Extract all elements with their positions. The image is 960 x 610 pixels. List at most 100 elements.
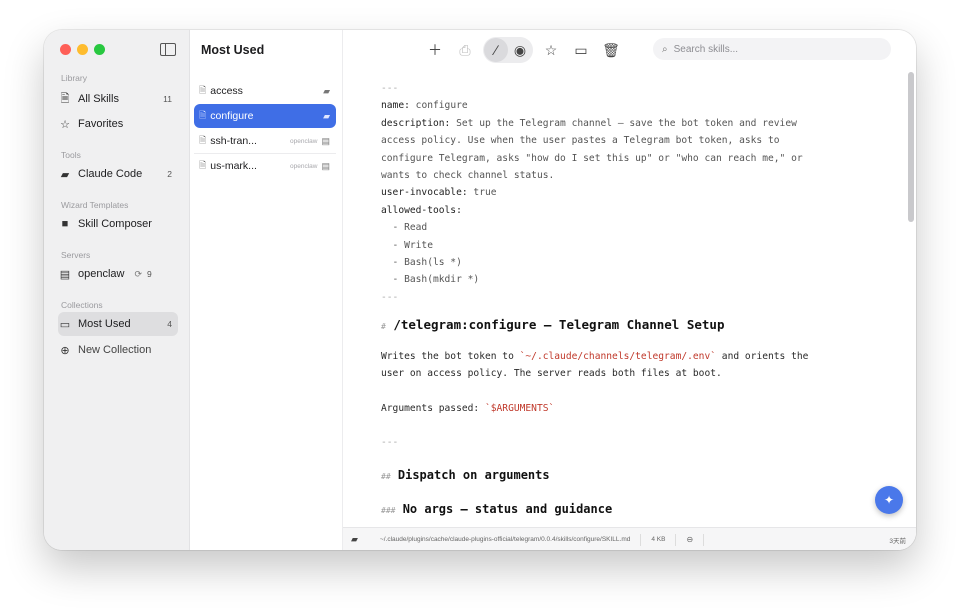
heading-text: /telegram:configure — Telegram Channel S…: [393, 317, 725, 333]
sidebar-item-skill-composer[interactable]: ■ Skill Composer: [58, 212, 178, 236]
frontmatter-separator: ---: [381, 83, 399, 94]
section-collections: Collections: [61, 300, 103, 310]
modified-time: 3天前: [889, 537, 906, 545]
sync-icon[interactable]: ⟳: [134, 269, 142, 280]
ai-sparkle-button[interactable]: ✦: [875, 486, 903, 514]
count-badge: 9: [147, 269, 152, 279]
sidebar-toggle-icon[interactable]: [160, 43, 176, 56]
search-placeholder: Search skills...: [673, 43, 739, 55]
count-badge: 2: [167, 169, 172, 179]
file-icon: 🗎: [199, 110, 207, 120]
sidebar-item-label: openclaw: [78, 268, 125, 280]
file-icon: 🗎: [199, 85, 207, 95]
markdown-document[interactable]: --- name: configure description: Set up …: [381, 80, 881, 519]
section-wizard: Wizard Templates: [61, 200, 129, 210]
yaml-value: Set up the Telegram channel — save the b…: [450, 117, 797, 129]
heading-2: ## Dispatch on arguments: [381, 467, 881, 485]
file-size: 4 KB: [651, 536, 666, 543]
favorite-star-icon[interactable]: ☆: [539, 38, 563, 62]
sidebar-item-label: Skill Composer: [78, 218, 152, 230]
share-icon[interactable]: ⎙: [453, 38, 477, 62]
disk-icon: ⊖: [686, 535, 694, 544]
trash-icon[interactable]: 🗑: [599, 38, 623, 62]
sidebar-item-all-skills[interactable]: 🗎 All Skills 11: [58, 87, 178, 111]
list-item-selected[interactable]: 🗎 configure ▰: [194, 104, 336, 128]
editor-pane: ＋ ⎙ ∕ ◉ ☆ ▭ 🗑 ⌕ Search skills... --- nam…: [343, 30, 916, 550]
file-path: ~/.claude/plugins/cache/claude-plugins-o…: [379, 536, 631, 543]
list-title: Most Used: [201, 43, 265, 57]
tool-item: - Write: [381, 239, 433, 251]
yaml-value: true: [467, 187, 497, 199]
tool-item: - Read: [381, 222, 428, 234]
heading-marker: ##: [381, 472, 391, 482]
scrollbar[interactable]: [908, 72, 914, 222]
arguments-line: Arguments passed: `$ARGUMENTS`: [381, 400, 881, 417]
yaml-key: user-invocable:: [381, 187, 468, 199]
yaml-value: configure: [409, 100, 468, 112]
minimize-window-button[interactable]: [77, 44, 88, 55]
horizontal-rule: ---: [381, 436, 399, 448]
toolbar: ＋ ⎙ ∕ ◉ ☆ ▭ 🗑: [423, 37, 623, 63]
frontmatter-tools-key: allowed-tools:: [381, 204, 462, 216]
server-icon: ▤: [59, 268, 71, 281]
new-collection-button[interactable]: ⊕ New Collection: [58, 338, 178, 362]
sidebar: Library 🗎 All Skills 11 ☆ Favorites Tool…: [44, 30, 190, 550]
yaml-key: name:: [381, 100, 410, 112]
section-tools: Tools: [61, 150, 81, 160]
robot-icon: ▰: [60, 168, 70, 181]
description-line: configure Telegram, asks "how do I set t…: [381, 152, 803, 164]
text: Writes the bot token to: [381, 350, 520, 362]
window-controls: [60, 44, 105, 55]
description-line: wants to check channel status.: [381, 170, 555, 182]
frontmatter-invocable: user-invocable: true: [381, 184, 881, 201]
heading-marker: #: [381, 322, 386, 332]
heading-text: No args — status and guidance: [402, 501, 613, 516]
list-item[interactable]: 🗎 ssh-tran... openclaw ▤: [194, 129, 336, 154]
zoom-window-button[interactable]: [94, 44, 105, 55]
document-icon: 🗎: [60, 92, 70, 105]
list-item[interactable]: 🗎 us-mark... openclaw ▤: [194, 154, 336, 178]
plus-circle-icon: ⊕: [60, 344, 70, 357]
text: and orients the: [716, 350, 809, 362]
sidebar-item-favorites[interactable]: ☆ Favorites: [58, 112, 178, 136]
divider: [675, 533, 677, 546]
server-icon: ▤: [321, 135, 330, 146]
sidebar-item-most-used[interactable]: ▭ Most Used 4: [58, 312, 178, 336]
section-servers: Servers: [61, 250, 91, 260]
text: Arguments passed:: [381, 402, 485, 414]
frontmatter-name: name: configure: [381, 97, 881, 114]
preview-eye-icon[interactable]: ◉: [508, 38, 532, 62]
heading-marker: ###: [381, 505, 396, 515]
file-icon: 🗎: [199, 135, 207, 145]
search-input[interactable]: ⌕ Search skills...: [653, 38, 891, 60]
view-mode-toggle: ∕ ◉: [483, 37, 533, 63]
heading-text: Dispatch on arguments: [397, 468, 550, 483]
description-line: access policy. Use when the user pastes …: [381, 135, 780, 147]
sidebar-item-openclaw[interactable]: ▤ openclaw ⟳ 9: [58, 262, 178, 286]
folder-icon[interactable]: ▭: [569, 38, 593, 62]
server-tag: openclaw: [290, 137, 318, 145]
list-item-label: ssh-tran...: [210, 135, 257, 147]
status-bar: ▰ ~/.claude/plugins/cache/claude-plugins…: [343, 527, 916, 550]
file-icon: 🗎: [199, 160, 207, 170]
list-item-label: configure: [210, 110, 254, 122]
new-collection-label: New Collection: [78, 344, 152, 356]
list-item[interactable]: 🗎 access ▰: [194, 79, 336, 103]
skill-list: Most Used 🗎 access ▰ 🗎 configure ▰ 🗎 ssh…: [190, 30, 343, 550]
edit-mode-pencil-icon[interactable]: ∕: [484, 38, 508, 62]
close-window-button[interactable]: [60, 44, 71, 55]
count-badge: 4: [167, 319, 172, 329]
inline-code: `$ARGUMENTS`: [484, 402, 555, 414]
yaml-key: description:: [381, 117, 451, 129]
paragraph-line: user on access policy. The server reads …: [381, 368, 722, 380]
heading-1: # /telegram:configure — Telegram Channel…: [381, 316, 881, 335]
frontmatter-separator: ---: [381, 291, 399, 303]
robot-icon: ▰: [323, 85, 330, 96]
add-button[interactable]: ＋: [423, 38, 447, 62]
sidebar-item-claude-code[interactable]: ▰ Claude Code 2: [58, 162, 178, 186]
file-icon: ■: [61, 218, 69, 230]
frontmatter-description: description: Set up the Telegram channel…: [381, 115, 881, 132]
folder-icon: ▭: [59, 318, 71, 331]
heading-3: ### No args — status and guidance: [381, 501, 881, 519]
sidebar-item-label: Claude Code: [78, 168, 143, 180]
